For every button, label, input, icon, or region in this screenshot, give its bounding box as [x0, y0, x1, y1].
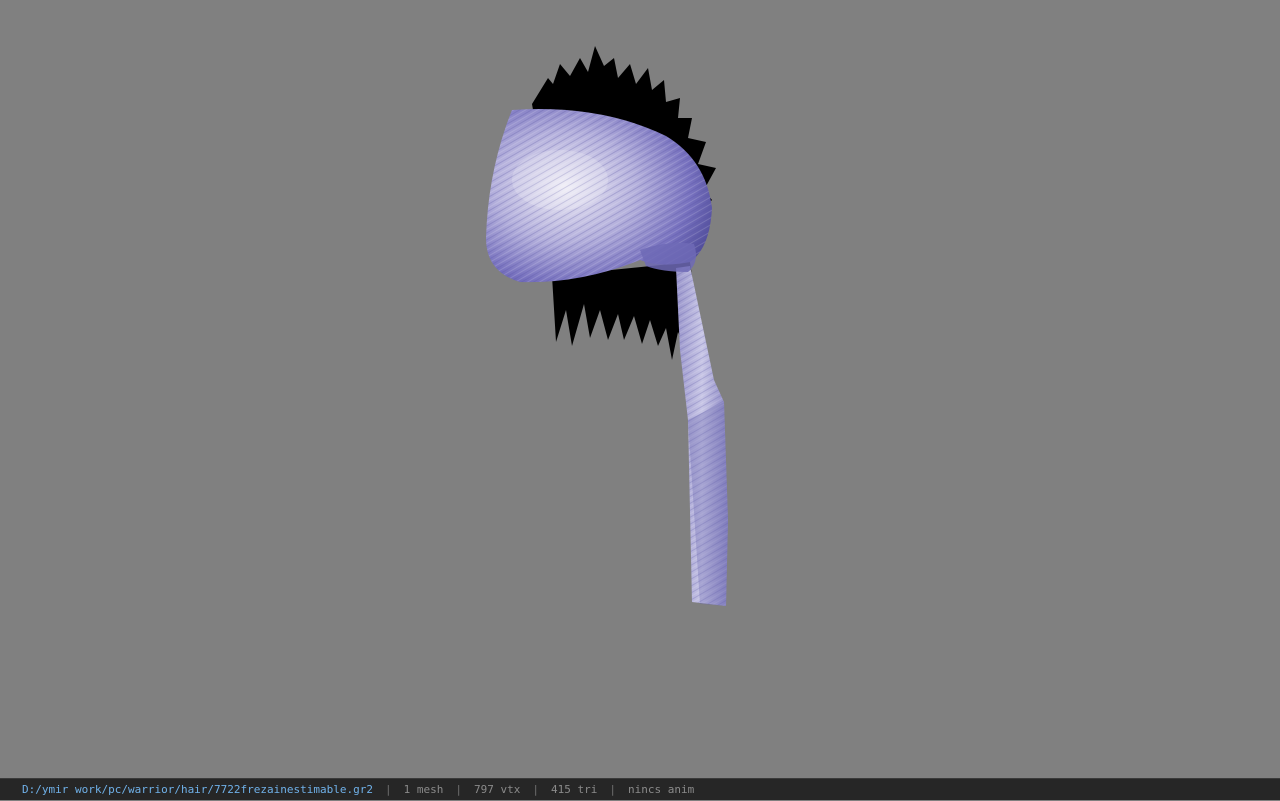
mesh-count: 1 mesh [403, 782, 444, 796]
3d-viewport[interactable] [0, 0, 1280, 778]
file-path: D:/ymir work/pc/warrior/hair/7722frezain… [22, 782, 373, 796]
vertex-count: 797 vtx [474, 782, 521, 796]
anim-status: nincs anim [627, 782, 695, 796]
status-bar: D:/ymir work/pc/warrior/hair/7722frezain… [0, 778, 1280, 800]
separator: | [385, 782, 392, 796]
separator: | [455, 782, 462, 796]
triangle-count: 415 tri [550, 782, 598, 796]
separator: | [609, 782, 616, 796]
separator: | [532, 782, 539, 796]
hair-model-render[interactable] [0, 0, 1280, 778]
